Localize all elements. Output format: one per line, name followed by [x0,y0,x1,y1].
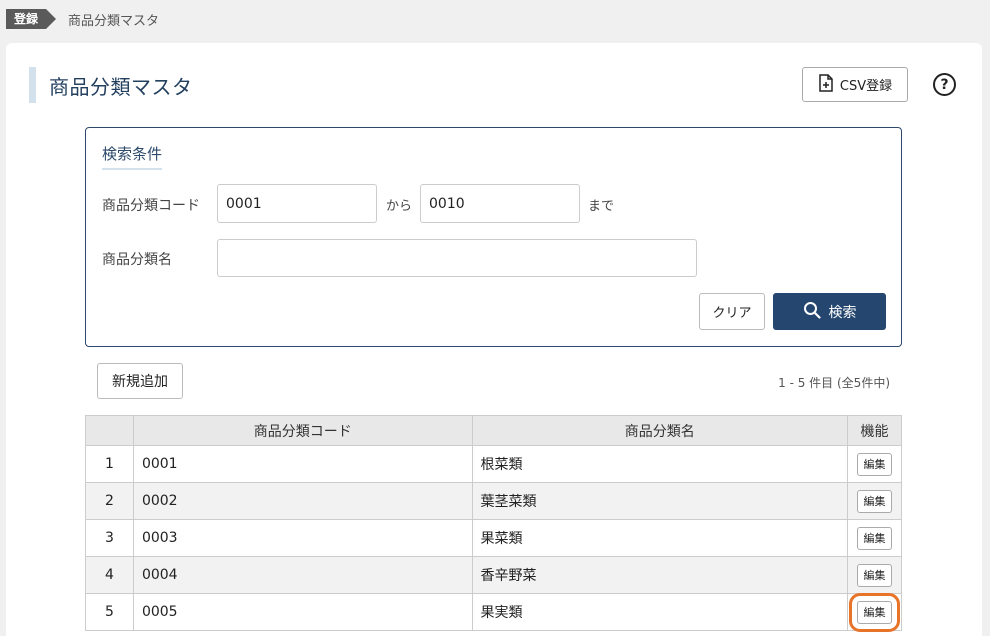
row-code: 0005 [132,593,473,631]
row-no: 2 [85,482,134,520]
search-title: 検索条件 [102,143,163,170]
row-func: 編集 [846,519,903,557]
row-code: 0001 [132,445,473,483]
table-row: 5 0005 果実類 編集 [85,592,903,632]
row-name: 葉茎菜類 [471,482,848,520]
search-panel: 検索条件 商品分類コード から まで 商品分類名 クリア 検索 [85,127,902,347]
row-func: 編集 [846,592,903,632]
row-no: 4 [85,556,134,594]
table-row: 3 0003 果菜類 編集 [85,519,903,557]
add-new-button[interactable]: 新規追加 [97,363,183,399]
result-count: 1 - 5 件目 (全5件中) [778,376,890,390]
row-code: 0004 [132,556,473,594]
edit-button-highlighted[interactable]: 編集 [848,592,900,632]
table-row: 4 0004 香辛野菜 編集 [85,556,903,594]
breadcrumb: 登録 商品分類マスタ [6,8,159,30]
category-table: 商品分類コード 商品分類名 機能 1 0001 根菜類 編集 2 0002 葉茎… [85,415,903,632]
row-name: 果菜類 [471,519,848,557]
edit-button[interactable]: 編集 [856,563,892,587]
csv-register-label: CSV登録 [839,79,893,94]
edit-button[interactable]: 編集 [856,489,892,513]
clear-button[interactable]: クリア [699,293,765,330]
help-icon[interactable]: ? [933,73,956,96]
edit-button[interactable]: 編集 [856,452,892,476]
row-no: 5 [85,593,134,631]
title-bar: 商品分類マスタ [29,67,193,103]
header-code: 商品分類コード [132,415,473,446]
row-code: 0002 [132,482,473,520]
name-label: 商品分類名 [102,252,172,268]
row-name: 果実類 [471,593,848,631]
code-to-input[interactable] [420,184,580,223]
code-label: 商品分類コード [102,198,200,214]
search-button[interactable]: 検索 [773,293,886,330]
code-from-input[interactable] [217,184,377,223]
name-input[interactable] [217,239,697,277]
table-row: 2 0002 葉茎菜類 編集 [85,482,903,520]
file-plus-icon [818,73,834,96]
row-func: 編集 [846,445,903,483]
row-name: 香辛野菜 [471,556,848,594]
row-func: 編集 [846,482,903,520]
table-row: 1 0001 根菜類 編集 [85,445,903,483]
from-text: から [386,199,413,214]
row-no: 1 [85,445,134,483]
csv-register-button[interactable]: CSV登録 [802,67,908,102]
breadcrumb-tag[interactable]: 登録 [6,9,57,29]
row-func: 編集 [846,556,903,594]
table-header-row: 商品分類コード 商品分類名 機能 [85,415,903,446]
header-func: 機能 [846,415,903,446]
search-button-label: 検索 [828,304,857,321]
main-card: 商品分類マスタ CSV登録 ? 検索条件 商品分類コード から まで 商品分類名… [6,43,982,636]
row-name: 根菜類 [471,445,848,483]
page-title: 商品分類マスタ [49,74,193,99]
search-icon [803,301,821,323]
row-code: 0003 [132,519,473,557]
to-text: まで [588,199,615,214]
header-name: 商品分類名 [471,415,848,446]
row-no: 3 [85,519,134,557]
breadcrumb-current: 商品分類マスタ [68,13,160,29]
header-no [85,415,134,446]
edit-button[interactable]: 編集 [856,526,892,550]
